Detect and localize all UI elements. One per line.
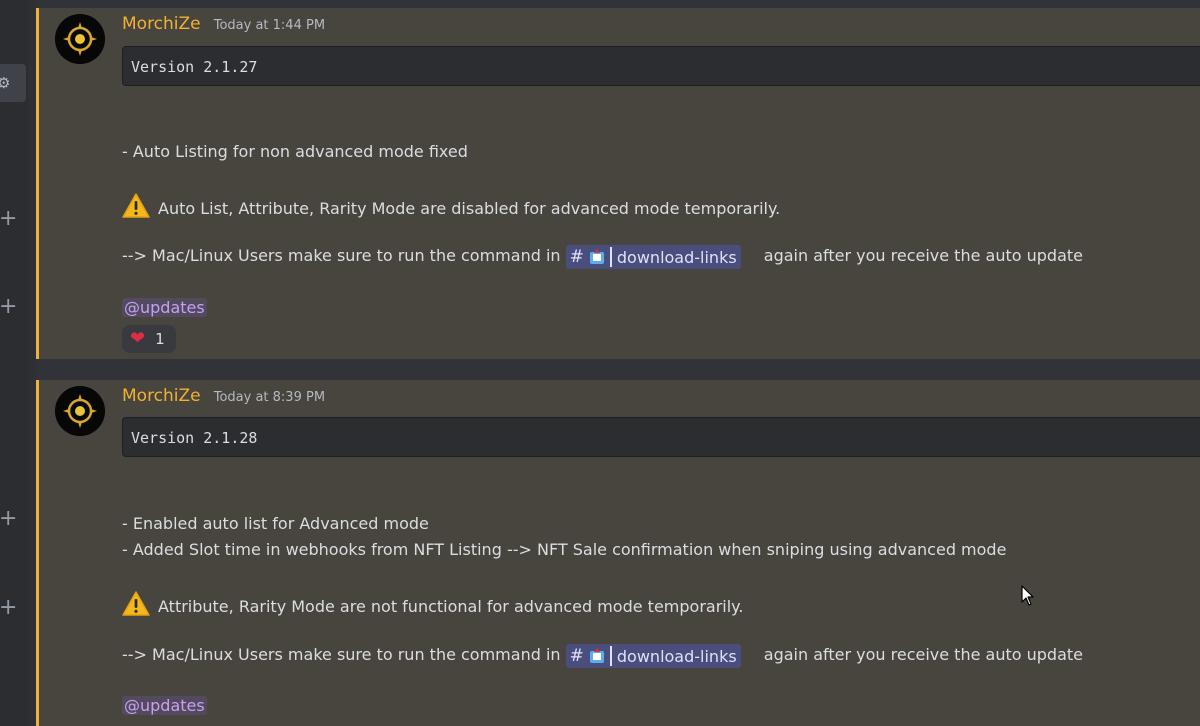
warning-text: Attribute, Rarity Mode are not functiona… [158, 597, 744, 616]
message-header: MorchiZe Today at 1:44 PM [122, 14, 325, 34]
role-mention[interactable]: @updates [122, 298, 207, 317]
channel-mention[interactable]: # download-links [565, 245, 741, 269]
package-icon [589, 249, 605, 265]
reaction-button[interactable]: ❤ 1 [122, 325, 176, 353]
plus-icon[interactable]: + [0, 597, 17, 619]
avatar[interactable] [55, 14, 105, 64]
warning-line: Auto List, Attribute, Rarity Mode are di… [122, 193, 780, 223]
plus-icon[interactable]: + [0, 508, 17, 530]
settings-button[interactable]: ⚙ [0, 64, 26, 102]
role-mention[interactable]: @updates [122, 696, 207, 715]
channel-name: download-links [616, 247, 737, 267]
separator [609, 646, 612, 666]
username[interactable]: MorchiZe [122, 14, 201, 34]
code-block: Version 2.1.28 [122, 417, 1200, 457]
command-line: --> Mac/Linux Users make sure to run the… [122, 245, 1083, 269]
channel-name: download-links [616, 646, 737, 666]
message-1[interactable]: MorchiZe Today at 1:44 PM Version 2.1.27… [36, 8, 1200, 359]
channel-mention[interactable]: # download-links [565, 644, 741, 668]
plus-icon[interactable]: + [0, 208, 17, 230]
reaction-count: 1 [155, 330, 165, 348]
mouse-cursor-icon [1021, 585, 1035, 611]
message-2[interactable]: MorchiZe Today at 8:39 PM Version 2.1.28… [36, 380, 1200, 726]
command-text: again after you receive the auto update [763, 645, 1083, 664]
hash-icon: # [569, 646, 584, 666]
code-block: Version 2.1.27 [122, 46, 1200, 86]
message-gap [36, 0, 1200, 8]
warning-icon [122, 591, 150, 621]
plus-icon[interactable]: + [0, 296, 17, 318]
command-line: --> Mac/Linux Users make sure to run the… [122, 644, 1083, 668]
separator [609, 247, 612, 267]
message-gap [36, 359, 1200, 380]
warning-text: Auto List, Attribute, Rarity Mode are di… [158, 199, 781, 218]
gear-icon: ⚙ [0, 74, 11, 92]
left-rail: ⚙ + + + + [0, 0, 28, 726]
avatar-logo-icon [55, 386, 105, 436]
message-line: - Auto Listing for non advanced mode fix… [122, 142, 468, 161]
heart-icon: ❤ [130, 328, 146, 349]
warning-line: Attribute, Rarity Mode are not functiona… [122, 591, 743, 621]
avatar[interactable] [55, 386, 105, 436]
warning-icon [122, 193, 150, 223]
package-icon [589, 648, 605, 664]
username[interactable]: MorchiZe [122, 386, 201, 406]
message-line: - Enabled auto list for Advanced mode [122, 514, 429, 533]
timestamp[interactable]: Today at 8:39 PM [214, 390, 325, 405]
command-text: --> Mac/Linux Users make sure to run the… [122, 246, 561, 265]
avatar-logo-icon [55, 14, 105, 64]
hash-icon: # [569, 247, 584, 267]
message-line: - Added Slot time in webhooks from NFT L… [122, 540, 1007, 559]
message-header: MorchiZe Today at 8:39 PM [122, 386, 325, 406]
command-text: again after you receive the auto update [763, 246, 1083, 265]
timestamp[interactable]: Today at 1:44 PM [214, 18, 325, 33]
command-text: --> Mac/Linux Users make sure to run the… [122, 645, 561, 664]
